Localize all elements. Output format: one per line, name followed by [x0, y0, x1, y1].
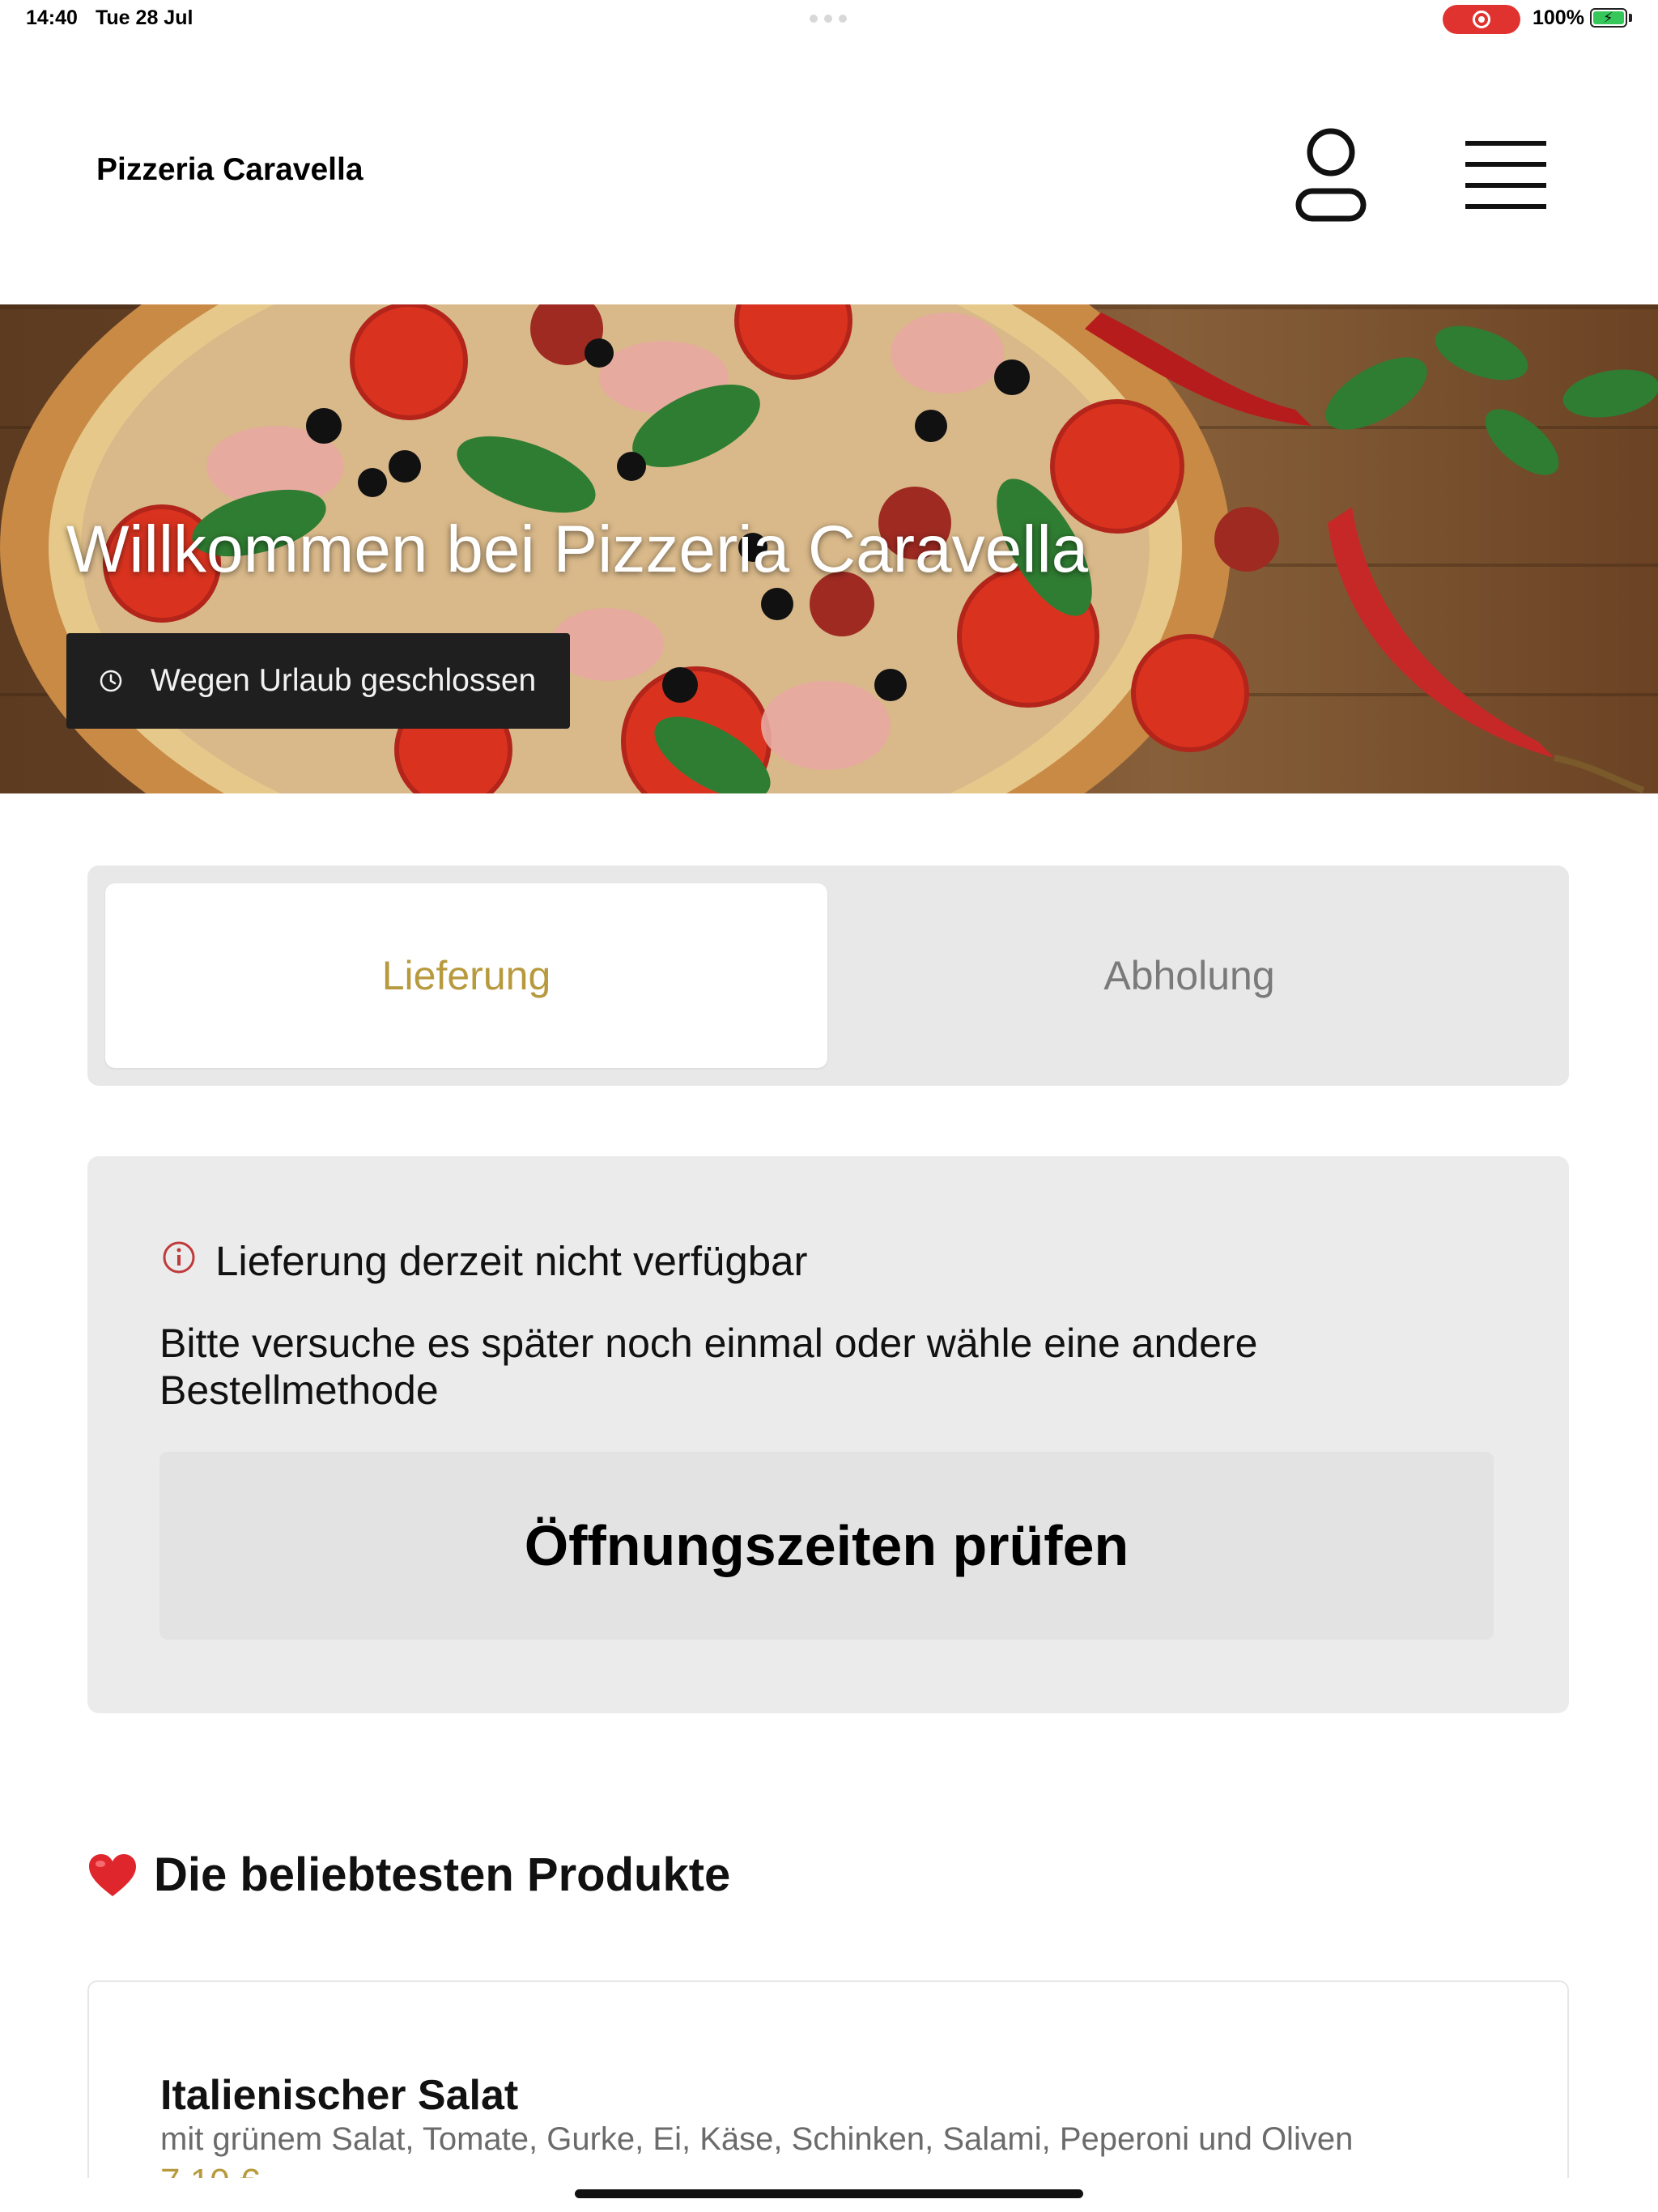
user-icon[interactable]	[1294, 128, 1368, 222]
restaurant-brand[interactable]: Pizzeria Caravella	[96, 152, 363, 188]
status-date: Tue 28 Jul	[96, 6, 193, 29]
product-description: mit grünem Salat, Tomate, Gurke, Ei, Käs…	[160, 2121, 1354, 2157]
notice-title: Lieferung derzeit nicht verfügbar	[215, 1238, 808, 1284]
app-page: 14:40 Tue 28 Jul 100% ⚡ Pizzeria Caravel…	[0, 0, 1658, 2212]
screen-recording-icon[interactable]	[1443, 5, 1520, 34]
battery-percentage: 100%	[1533, 6, 1584, 29]
tab-lieferung[interactable]: Lieferung	[105, 883, 827, 1068]
hero-title: Willkommen bei Pizzeria Caravella	[66, 513, 1089, 586]
check-opening-hours-button[interactable]: Öffnungszeiten prüfen	[159, 1452, 1494, 1640]
hamburger-menu-icon[interactable]	[1465, 139, 1546, 211]
heart-icon	[89, 1853, 136, 1896]
battery-cap	[1629, 14, 1632, 22]
multitasking-dots-icon[interactable]	[810, 15, 847, 23]
status-bar: 14:40 Tue 28 Jul 100% ⚡	[0, 0, 1658, 39]
status-time: 14:40	[26, 6, 78, 29]
status-badge-label: Wegen Urlaub geschlossen	[151, 663, 537, 698]
product-name: Italienischer Salat	[160, 2072, 519, 2119]
info-icon	[163, 1241, 195, 1274]
section-title: Die beliebtesten Produkte	[154, 1848, 731, 1901]
site-header: Pizzeria Caravella	[0, 39, 1658, 304]
home-indicator[interactable]	[575, 2189, 1083, 2198]
hero-banner: Willkommen bei Pizzeria Caravella Wegen …	[0, 304, 1658, 793]
notice-body: Bitte versuche es später noch einmal ode…	[159, 1321, 1258, 1413]
popular-products-heading: Die beliebtesten Produkte	[87, 1848, 730, 1902]
status-badge: Wegen Urlaub geschlossen	[66, 633, 570, 729]
battery-icon: ⚡	[1590, 8, 1627, 28]
delivery-unavailable-notice: Lieferung derzeit nicht verfügbar Bitte …	[87, 1156, 1569, 1713]
clock-icon	[100, 670, 122, 692]
order-method-tabs: Lieferung Abholung	[87, 866, 1569, 1086]
tab-abholung[interactable]: Abholung	[827, 883, 1551, 1068]
